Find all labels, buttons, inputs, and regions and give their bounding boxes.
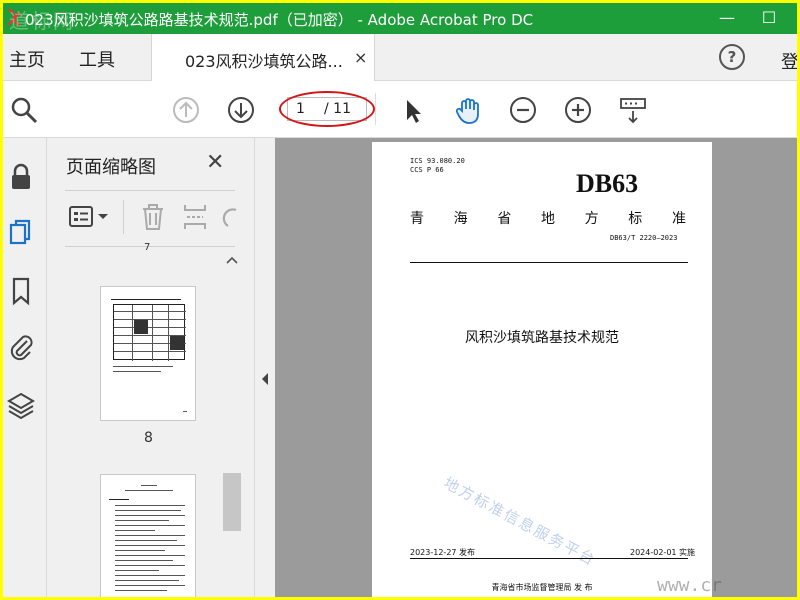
footer-rule [410, 558, 688, 559]
document-viewer[interactable]: ICS 93.080.20 CCS P 66 DB63 青 海 省 地 方 标 … [275, 138, 797, 597]
delete-icon[interactable] [140, 202, 166, 232]
document-page-1: ICS 93.080.20 CCS P 66 DB63 青 海 省 地 方 标 … [372, 142, 712, 597]
standard-type-heading: 青 海 省 地 方 标 准 [410, 208, 686, 228]
thumbnail-label-8: 8 [144, 430, 153, 446]
pages-icon[interactable] [7, 218, 35, 248]
attachment-icon[interactable] [7, 332, 35, 362]
publish-date: 2023-12-27 发布 [410, 548, 476, 557]
thumbnail-page-8[interactable] [100, 286, 196, 421]
thumbnails-toolbar [48, 198, 253, 240]
collapse-arrow-icon[interactable] [260, 372, 270, 386]
ics-code: ICS 93.080.20 [410, 157, 465, 165]
implement-date: 2024-02-01 实施 [630, 548, 696, 557]
panel-collapse-handle[interactable] [254, 138, 275, 597]
toolbar-divider [375, 93, 376, 125]
standard-char: 省 [497, 211, 512, 227]
tool-divider [123, 200, 124, 234]
thumbnails-close-button[interactable]: ✕ [206, 150, 224, 175]
thumbnail-label-prev: 7 [144, 242, 151, 253]
main-toolbar: 1 / 11 [3, 81, 797, 138]
hand-tool-icon[interactable] [453, 95, 483, 125]
tab-tools[interactable]: 工具 [79, 46, 115, 72]
standard-char: 海 [453, 211, 468, 227]
minimize-button[interactable]: — [707, 6, 747, 30]
scroll-mode-icon[interactable] [618, 95, 648, 125]
standard-char: 青 [410, 211, 424, 227]
page-down-icon[interactable] [226, 95, 256, 125]
panel-divider [65, 190, 235, 191]
tab-document[interactable]: 023风积沙填筑公路... × [151, 34, 375, 81]
thumbnails-scrollbar[interactable] [223, 248, 241, 597]
thumbnail-page-9[interactable] [100, 474, 196, 597]
bookmark-icon[interactable] [7, 276, 35, 306]
highlight-annotation [279, 91, 375, 127]
db-code: DB63 [576, 169, 639, 198]
header-rule [410, 262, 688, 263]
left-nav-rail [3, 138, 47, 597]
title-bar: 道标网 023风积沙填筑公路路基技术规范.pdf（已加密） - Adobe Ac… [3, 3, 797, 34]
rotate-icon[interactable] [222, 204, 238, 232]
page-up-icon[interactable] [171, 95, 201, 125]
page-thumbnails-panel: 页面缩略图 ✕ 7 8 [48, 138, 253, 597]
window-title: 023风积沙填筑公路路基技术规范.pdf（已加密） - Adobe Acroba… [25, 11, 534, 29]
layers-icon[interactable] [7, 390, 35, 420]
zoom-out-icon[interactable] [508, 95, 538, 125]
zoom-in-icon[interactable] [563, 95, 593, 125]
tab-document-label: 023风积沙填筑公路... [185, 52, 343, 71]
insert-icon[interactable] [182, 202, 208, 232]
signin-link[interactable]: 登 [781, 48, 797, 74]
maximize-button[interactable]: ☐ [749, 6, 789, 30]
standard-char: 方 [584, 211, 599, 227]
thumbnail-options-icon[interactable] [68, 204, 112, 230]
standard-number: DB63/T 2220—2023 [610, 234, 678, 242]
ccs-code: CCS P 66 [410, 166, 444, 174]
help-button[interactable]: ? [719, 44, 745, 70]
select-pointer-icon[interactable] [398, 95, 428, 125]
standard-char: 地 [540, 211, 555, 227]
lock-icon[interactable] [7, 162, 35, 192]
tab-bar: 主页 工具 023风积沙填筑公路... × ? 登 [3, 34, 797, 81]
document-title: 风积沙填筑路基技术规范 [465, 330, 619, 346]
thumbnails-panel-title: 页面缩略图 [66, 157, 156, 178]
scroll-up-icon[interactable] [226, 255, 238, 265]
zoom-search-icon[interactable] [9, 95, 39, 125]
thumbnails-scroll-thumb[interactable] [223, 473, 241, 531]
standard-char: 标 [628, 211, 643, 227]
site-watermark: www.cr [657, 575, 723, 596]
tab-close-button[interactable]: × [354, 48, 367, 67]
acrobat-window: 道标网 023风积沙填筑公路路基技术规范.pdf（已加密） - Adobe Ac… [3, 3, 797, 597]
tab-home[interactable]: 主页 [9, 46, 45, 72]
standard-char: 准 [671, 211, 686, 227]
